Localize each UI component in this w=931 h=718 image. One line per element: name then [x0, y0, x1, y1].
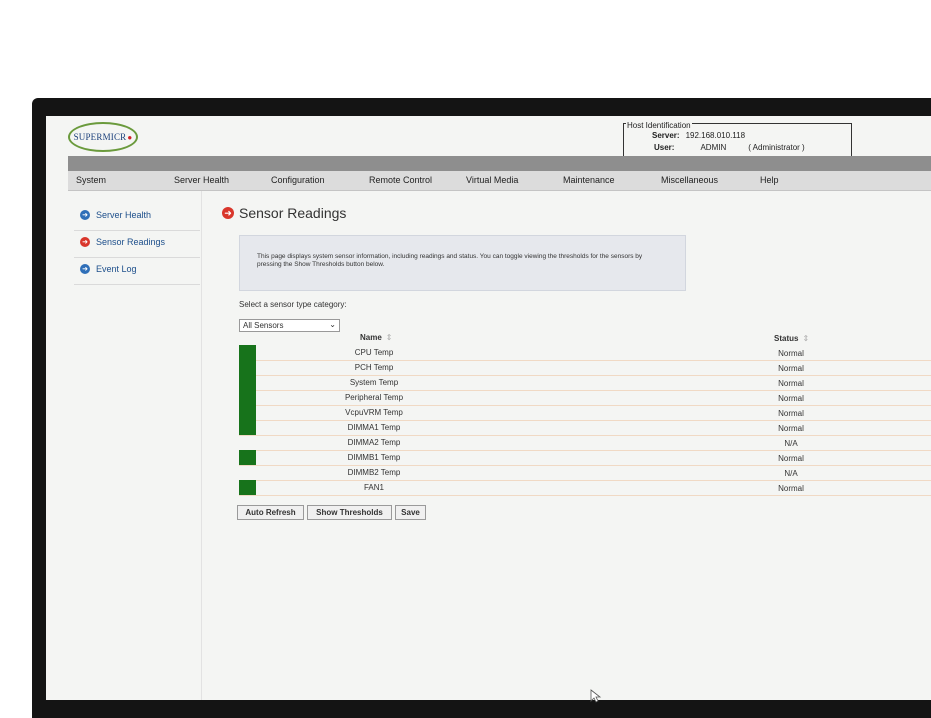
status-indicator: [239, 390, 256, 405]
arrow-right-circle-icon: ➜: [222, 207, 234, 219]
select-label: Select a sensor type category:: [239, 300, 347, 309]
sidebar-item-label: Server Health: [96, 210, 152, 220]
sensor-name: Peripheral Temp: [344, 393, 404, 402]
table-row: FAN1 Normal: [239, 480, 931, 496]
sidebar-divider: [74, 230, 200, 231]
mouse-cursor-icon: [590, 689, 602, 703]
table-row: DIMMB1 Temp Normal: [239, 450, 931, 466]
sidebar-item-sensor-readings[interactable]: ➜ Sensor Readings: [80, 234, 165, 250]
logo-dot-icon: ●: [127, 132, 133, 142]
menu-remote-control[interactable]: Remote Control: [369, 175, 432, 185]
page-title: Sensor Readings: [239, 205, 347, 221]
save-button[interactable]: Save: [395, 505, 426, 520]
sensor-name: PCH Temp: [354, 363, 394, 372]
table-row: VcpuVRM Temp Normal: [239, 405, 931, 421]
menu-virtual-media[interactable]: Virtual Media: [466, 175, 518, 185]
sensor-status: Normal: [778, 409, 804, 418]
status-indicator: [239, 405, 256, 420]
sensor-status: Normal: [778, 349, 804, 358]
sidebar-item-server-health[interactable]: ➜ Server Health: [80, 207, 151, 223]
status-indicator: [239, 345, 256, 360]
sidebar-divider: [74, 284, 200, 285]
sidebar-divider: [74, 257, 200, 258]
server-row: Server: 192.168.010.118: [652, 131, 745, 140]
column-header-name[interactable]: Name ⇕: [360, 333, 393, 342]
sort-icon: ⇕: [802, 334, 810, 343]
arrow-right-circle-icon: ➜: [80, 237, 90, 247]
sensor-status: N/A: [784, 469, 798, 478]
table-row: PCH Temp Normal: [239, 360, 931, 376]
sensor-status: N/A: [784, 439, 798, 448]
arrow-right-circle-icon: ➜: [80, 264, 90, 274]
supermicro-logo[interactable]: SUPERMICR ●: [68, 122, 138, 152]
sensor-name: DIMMA1 Temp: [347, 423, 401, 432]
sensor-status: Normal: [778, 454, 804, 463]
chevron-down-icon: ⌄: [329, 320, 336, 329]
sidebar-item-label: Sensor Readings: [96, 237, 166, 247]
sidebar-item-label: Event Log: [96, 264, 137, 274]
sensor-name: CPU Temp: [354, 348, 394, 357]
main-menu: System Server Health Configuration Remot…: [68, 171, 931, 191]
sensor-name: System Temp: [349, 378, 399, 387]
logo-text: SUPERMICR: [73, 132, 127, 142]
sensor-status: Normal: [778, 424, 804, 433]
sidebar: ➜ Server Health ➜ Sensor Readings ➜ Even…: [68, 191, 202, 700]
server-label: Server:: [652, 131, 680, 140]
menu-help[interactable]: Help: [760, 175, 779, 185]
host-identification-box: Host Identification Server: 192.168.010.1…: [623, 121, 852, 157]
status-indicator: [239, 450, 256, 465]
sensor-status: Normal: [778, 484, 804, 493]
select-value: All Sensors: [243, 321, 284, 330]
menu-system[interactable]: System: [76, 175, 106, 185]
auto-refresh-button[interactable]: Auto Refresh: [237, 505, 304, 520]
table-row: DIMMB2 Temp N/A: [239, 465, 931, 481]
sensor-status: Normal: [778, 364, 804, 373]
table-row: CPU Temp Normal: [239, 345, 931, 361]
menu-maintenance[interactable]: Maintenance: [563, 175, 615, 185]
user-role: ( Administrator ): [748, 143, 805, 152]
sensor-name: VcpuVRM Temp: [345, 408, 403, 417]
sort-icon: ⇕: [385, 333, 393, 342]
header-band: [68, 156, 931, 171]
sensor-status: Normal: [778, 379, 804, 388]
sensor-status: Normal: [778, 394, 804, 403]
column-header-status[interactable]: Status ⇕: [774, 334, 809, 343]
info-text: This page displays system sensor informa…: [257, 253, 643, 268]
menu-configuration[interactable]: Configuration: [271, 175, 325, 185]
page-title-row: ➜ Sensor Readings: [222, 205, 346, 221]
sensor-name: DIMMA2 Temp: [347, 438, 401, 447]
sensor-name: DIMMB2 Temp: [347, 468, 401, 477]
menu-miscellaneous[interactable]: Miscellaneous: [661, 175, 718, 185]
status-indicator: [239, 360, 256, 375]
table-row: Peripheral Temp Normal: [239, 390, 931, 406]
sensor-name: DIMMB1 Temp: [347, 453, 401, 462]
user-row: User: ADMIN ( Administrator ): [654, 143, 805, 152]
sensor-type-select[interactable]: All Sensors ⌄: [239, 319, 340, 332]
status-indicator: [239, 480, 256, 495]
sensor-name: FAN1: [363, 483, 384, 492]
table-row: DIMMA2 Temp N/A: [239, 435, 931, 451]
user-value: ADMIN: [700, 143, 727, 152]
host-identification-label: Host Identification: [626, 121, 692, 130]
bmc-web-interface: SUPERMICR ● Host Identification Server: 19…: [46, 116, 931, 700]
sidebar-item-event-log[interactable]: ➜ Event Log: [80, 261, 137, 277]
status-indicator: [239, 420, 256, 435]
table-row: DIMMA1 Temp Normal: [239, 420, 931, 436]
show-thresholds-button[interactable]: Show Thresholds: [307, 505, 392, 520]
user-label: User:: [654, 143, 675, 152]
table-row: System Temp Normal: [239, 375, 931, 391]
arrow-right-circle-icon: ➜: [80, 210, 90, 220]
info-box: This page displays system sensor informa…: [239, 235, 686, 291]
server-value: 192.168.010.118: [685, 131, 746, 140]
menu-server-health[interactable]: Server Health: [174, 175, 229, 185]
status-indicator: [239, 375, 256, 390]
